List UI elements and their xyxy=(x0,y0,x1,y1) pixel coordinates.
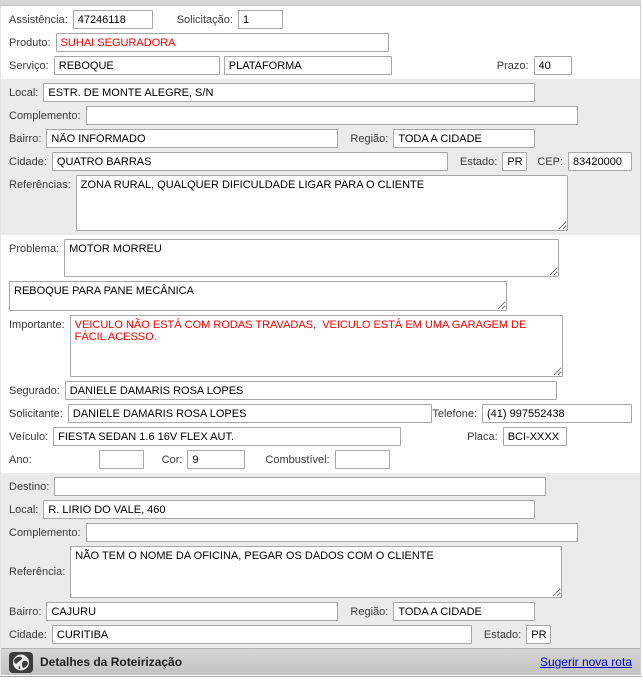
segurado-field[interactable] xyxy=(64,381,557,400)
suggest-new-route-link[interactable]: Sugerir nova rota xyxy=(540,655,632,669)
row-solicitante: Solicitante: Telefone: xyxy=(1,402,640,425)
problema-field[interactable]: MOTOR MORREU xyxy=(64,239,560,277)
row-bairro-destino: Bairro: Região: xyxy=(1,600,640,623)
veiculo-label: Veículo: xyxy=(9,430,49,443)
servico-field[interactable] xyxy=(53,56,220,75)
referencia-destino-label: Referência: xyxy=(9,566,66,578)
estado-label: Estado: xyxy=(460,155,498,168)
bottom-strip xyxy=(0,676,641,683)
regiao-label: Região: xyxy=(350,132,389,145)
problema-complemento-field[interactable]: REBOQUE PARA PANE MECÂNICA xyxy=(9,281,507,311)
section-origin: Local: Complemento: Bairro: Região: Cida… xyxy=(1,79,640,235)
combustivel-field[interactable] xyxy=(334,450,390,469)
solicitante-label: Solicitante: xyxy=(9,407,63,420)
combustivel-label: Combustível: xyxy=(265,453,330,466)
servico-label: Serviço: xyxy=(9,59,49,72)
destino-label: Destino: xyxy=(9,480,50,493)
assistencia-field[interactable] xyxy=(72,10,153,29)
regiao-destino-field[interactable] xyxy=(393,602,536,621)
row-local-destino: Local: xyxy=(1,498,640,521)
importante-label: Importante: xyxy=(9,319,65,331)
complemento-origem-field[interactable] xyxy=(85,106,578,125)
problema-label: Problema: xyxy=(9,243,60,255)
cep-label: CEP: xyxy=(537,155,563,168)
local-destino-label: Local: xyxy=(9,503,39,516)
routing-details-title: Detalhes da Roteirização xyxy=(40,655,183,669)
row-complemento-origem: Complemento: xyxy=(1,104,640,127)
placa-label: Placa: xyxy=(467,430,498,443)
row-complemento-destino: Complemento: xyxy=(1,521,640,544)
referencias-origem-field[interactable]: ZONA RURAL, QUALQUER DIFICULDADE LIGAR P… xyxy=(75,175,568,231)
row-veiculo: Veículo: Placa: xyxy=(1,425,640,448)
row-ano-cor-combustivel: Ano: Cor: Combustível: xyxy=(1,448,640,471)
row-importante: Importante: VEICULO NÃO ESTÁ COM RODAS T… xyxy=(1,313,640,379)
local-origem-field[interactable] xyxy=(43,83,536,102)
row-cidade-origem: Cidade: Estado: CEP: xyxy=(1,150,640,173)
complemento-destino-label: Complemento: xyxy=(9,526,81,539)
row-produto: Produto: xyxy=(1,31,640,54)
estado-destino-field[interactable] xyxy=(526,625,552,644)
segurado-label: Segurado: xyxy=(9,384,60,397)
row-referencias-origem: Referências: ZONA RURAL, QUALQUER DIFICU… xyxy=(1,173,640,233)
cidade-origem-field[interactable] xyxy=(51,152,448,171)
produto-field[interactable] xyxy=(55,33,389,52)
solicitacao-label: Solicitação: xyxy=(176,13,233,26)
telefone-label: Telefone: xyxy=(432,407,477,420)
cidade-destino-field[interactable] xyxy=(51,625,472,644)
complemento-destino-field[interactable] xyxy=(85,523,578,542)
estado-destino-label: Estado: xyxy=(483,628,522,641)
assistencia-label: Assistência: xyxy=(9,13,68,26)
estado-origem-field[interactable] xyxy=(502,152,528,171)
routing-details-bar: Detalhes da Roteirização Sugerir nova ro… xyxy=(1,648,640,675)
telefone-field[interactable] xyxy=(482,404,632,423)
section-destination: Destino: Local: Complemento: Referência:… xyxy=(1,473,640,648)
bairro-destino-label: Bairro: xyxy=(9,605,42,618)
referencias-label: Referências: xyxy=(9,179,71,191)
cor-field[interactable] xyxy=(187,450,246,469)
row-local-origem: Local: xyxy=(1,81,640,104)
produto-label: Produto: xyxy=(9,36,51,49)
veiculo-field[interactable] xyxy=(53,427,402,446)
row-assistencia: Assistência: Solicitação: xyxy=(1,8,640,31)
row-referencia-destino: Referência: NÃO TEM O NOME DA OFICINA, P… xyxy=(1,544,640,600)
bairro-origem-field[interactable] xyxy=(46,129,339,148)
row-cidade-destino: Cidade: Estado: xyxy=(1,623,640,646)
solicitante-field[interactable] xyxy=(67,404,433,423)
placa-field[interactable] xyxy=(502,427,567,446)
row-bairro-origem: Bairro: Região: xyxy=(1,127,640,150)
ano-field[interactable] xyxy=(98,450,144,469)
cidade-destino-label: Cidade: xyxy=(9,628,47,641)
section-header: Assistência: Solicitação: Produto: Servi… xyxy=(1,6,640,79)
local-label: Local: xyxy=(9,86,39,99)
ano-label: Ano: xyxy=(9,453,32,466)
section-occurrence: Problema: MOTOR MORREU REBOQUE PARA PANE… xyxy=(1,235,640,473)
bairro-label: Bairro: xyxy=(9,132,42,145)
bairro-destino-field[interactable] xyxy=(46,602,339,621)
servico-tipo-field[interactable] xyxy=(223,56,392,75)
regiao-origem-field[interactable] xyxy=(393,129,536,148)
solicitacao-field[interactable] xyxy=(237,10,283,29)
row-segurado: Segurado: xyxy=(1,379,640,402)
row-problema-complemento: REBOQUE PARA PANE MECÂNICA xyxy=(1,279,640,313)
cep-origem-field[interactable] xyxy=(568,152,632,171)
regiao-destino-label: Região: xyxy=(350,605,389,618)
local-destino-field[interactable] xyxy=(43,500,536,519)
prazo-field[interactable] xyxy=(533,56,572,75)
globe-icon xyxy=(9,651,33,673)
row-problema: Problema: MOTOR MORREU xyxy=(1,237,640,279)
row-destino: Destino: xyxy=(1,475,640,498)
destino-field[interactable] xyxy=(54,477,547,496)
complemento-label: Complemento: xyxy=(9,109,81,122)
prazo-label: Prazo: xyxy=(496,59,529,72)
assistance-form: Assistência: Solicitação: Produto: Servi… xyxy=(0,6,641,675)
cidade-label: Cidade: xyxy=(9,155,47,168)
cor-label: Cor: xyxy=(161,453,183,466)
referencia-destino-field[interactable]: NÃO TEM O NOME DA OFICINA, PEGAR OS DADO… xyxy=(70,546,563,598)
row-servico: Serviço: Prazo: xyxy=(1,54,640,77)
importante-field[interactable]: VEICULO NÃO ESTÁ COM RODAS TRAVADAS, VEI… xyxy=(69,315,563,377)
